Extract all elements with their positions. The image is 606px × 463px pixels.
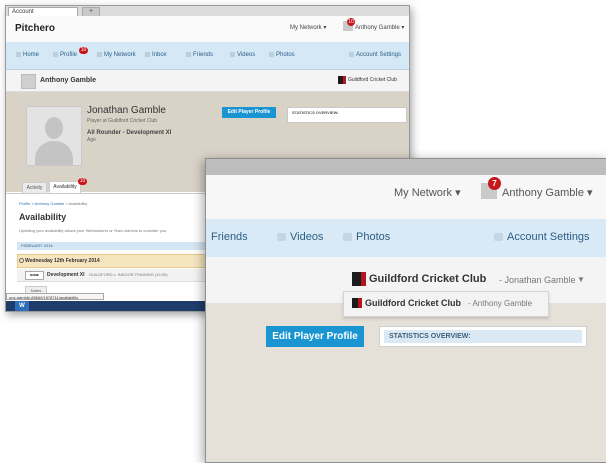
notification-badge[interactable]: 7 [488, 177, 501, 190]
photo-icon [269, 52, 274, 57]
event-description: GUILDFORD v. INDOOR TRAINING (19:30) [89, 272, 168, 277]
word-app-icon[interactable]: W [15, 301, 29, 311]
club-logo-icon [352, 298, 362, 308]
player-role: All Rounder - Development XI [87, 130, 172, 136]
home-icon [16, 52, 21, 57]
event-team: Development XI [47, 272, 85, 278]
user-menu[interactable]: Anthony Gamble ▾ [355, 24, 404, 31]
nav-my-network[interactable]: My Network [97, 52, 136, 58]
statistics-overview-label: STATISTICS OVERVIEW: [292, 110, 339, 115]
nav-account-settings[interactable]: Account Settings [494, 231, 590, 243]
photo-icon [343, 233, 352, 242]
nav-friends[interactable]: Friends [211, 231, 248, 243]
nav-inbox[interactable]: Inbox [145, 52, 167, 58]
nav-videos[interactable]: Videos [230, 52, 255, 58]
event-status-tag: NONE [25, 271, 44, 280]
video-icon [277, 233, 286, 242]
player-name: Jonathan Gamble [87, 105, 166, 116]
availability-description: Updating your availability allows your W… [19, 228, 167, 233]
video-icon [230, 52, 235, 57]
breadcrumb-link[interactable]: Profile » Anthony Gamble [19, 201, 64, 206]
club-selector[interactable]: Guildford Cricket Club [369, 273, 486, 285]
site-logo[interactable]: Pitchero [15, 23, 55, 34]
my-network-menu[interactable]: My Network ▾ [394, 186, 461, 199]
nav-home[interactable]: Home [16, 52, 39, 58]
zoomed-browser-window: My Network ▾ 7 Anthony Gamble ▾ Friends … [205, 158, 606, 463]
avatar[interactable] [21, 74, 36, 89]
browser-status-url: ony-gamble-85669/1578711/availability [6, 293, 104, 300]
player-age: Age [87, 137, 96, 143]
dropdown-item-club[interactable]: Guildford Cricket Club [365, 298, 461, 308]
dropdown-item-person[interactable]: - Anthony Gamble [468, 299, 532, 308]
breadcrumb: Profile » Anthony Gamble » Availability [19, 201, 87, 206]
tab-availability[interactable]: Availability [49, 181, 81, 193]
page-title: Availability [19, 212, 67, 222]
profile-photo-placeholder [26, 106, 82, 166]
subheader-user-name[interactable]: Anthony Gamble [40, 77, 96, 84]
availability-badge: 10 [78, 178, 87, 185]
statistics-overview-label: STATISTICS OVERVIEW: [389, 333, 471, 340]
profile-badge: 10 [79, 47, 88, 54]
club-logo-icon[interactable] [352, 272, 366, 286]
nav-profile[interactable]: Profile [53, 52, 77, 58]
breadcrumb-current: » Availability [64, 201, 88, 206]
friends-icon [186, 52, 191, 57]
club-logo-icon[interactable] [338, 76, 346, 84]
user-menu[interactable]: Anthony Gamble ▾ [502, 186, 593, 199]
nav-friends[interactable]: Friends [186, 52, 213, 58]
day-label: Wednesday 12th February 2014 [25, 258, 100, 264]
clock-icon [19, 258, 24, 263]
gear-icon [349, 52, 354, 57]
network-icon [97, 52, 102, 57]
club-selector[interactable]: Guildford Cricket Club [348, 77, 397, 83]
nav-videos[interactable]: Videos [277, 231, 323, 243]
inbox-icon [145, 52, 150, 57]
nav-photos[interactable]: Photos [269, 52, 295, 58]
player-subtitle: Player at Guildford Cricket Club [87, 118, 158, 124]
edit-player-profile-button[interactable]: Edit Player Profile [266, 326, 364, 347]
edit-player-profile-button[interactable]: Edit Player Profile [222, 107, 276, 118]
gear-icon [494, 233, 503, 242]
club-selector-person[interactable]: - Jonathan Gamble [499, 275, 576, 285]
my-network-menu[interactable]: My Network ▾ [290, 24, 326, 31]
profile-icon [53, 52, 58, 57]
nav-account-settings[interactable]: Account Settings [349, 52, 401, 58]
browser-tab-account[interactable]: Account [8, 7, 78, 16]
browser-tabstrip [206, 159, 606, 175]
chevron-down-icon[interactable]: ▼ [577, 275, 585, 284]
silhouette-body-icon [35, 141, 73, 165]
nav-photos[interactable]: Photos [343, 231, 390, 243]
notification-badge[interactable]: 10 [347, 18, 355, 26]
silhouette-head-icon [45, 117, 63, 139]
